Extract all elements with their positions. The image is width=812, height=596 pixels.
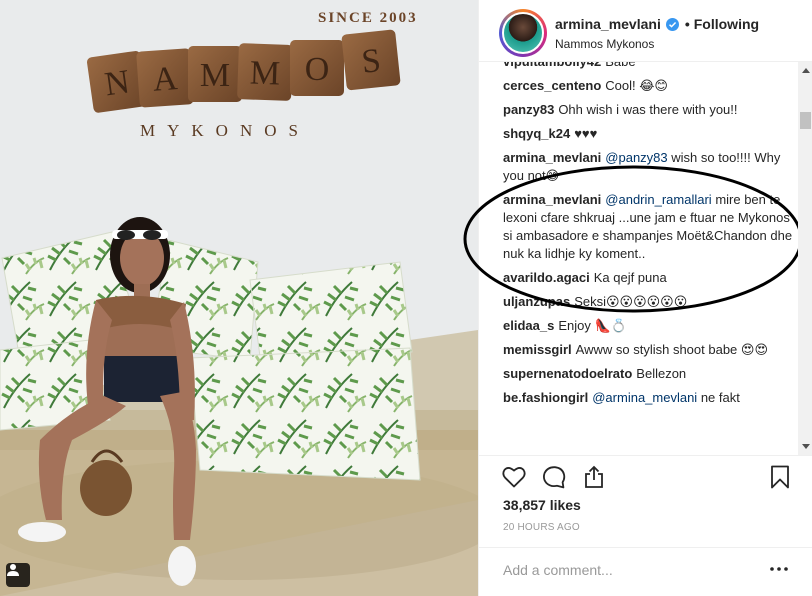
comment-item: be.fashiongirl @armina_mevlani ne fakt [503,389,795,407]
sign-block: M [188,46,242,102]
comment-item: uljanzupas Seksi😮😮😮😮😮😮 [503,293,795,311]
comment-username[interactable]: uljanzupas [503,294,570,309]
comment-text: Seksi😮😮😮😮😮😮 [574,294,688,309]
heart-outline-icon [502,467,526,488]
comment-username[interactable]: elidaa_s [503,318,554,333]
scroll-down-arrow-icon[interactable] [798,438,812,455]
comment-username[interactable]: armina_mevlani [503,150,601,165]
comment-bubble-icon [543,466,566,489]
comment-text: Awww so stylish shoot babe 😍😍 [575,342,768,357]
comment-username[interactable]: vipultambolly42 [503,62,601,69]
bookmark-icon [771,465,789,489]
avatar[interactable] [502,12,544,54]
add-comment-input[interactable] [503,561,753,579]
comment-mention[interactable]: @armina_mevlani [592,390,697,405]
comment-username[interactable]: avarildo.agaci [503,270,590,285]
person-icon [7,564,19,576]
following-button[interactable]: Following [694,16,759,32]
comment-text: ne fakt [700,390,740,405]
comment-text: Ohh wish i was there with you!! [558,102,738,117]
comment-item: elidaa_s Enjoy 👠💍 [503,317,795,335]
sign-letter: O [305,51,330,88]
like-button[interactable] [501,464,527,490]
comment-item: vipultambolly42 Babe [503,62,795,71]
sign-letter: M [200,57,230,94]
more-options-icon [770,567,788,571]
header-username[interactable]: armina_mevlani [555,16,661,32]
sign-block: S [341,29,401,91]
sign-letter: A [152,60,180,99]
sign-block: O [290,40,344,96]
header-user-row: armina_mevlani • Following [555,16,759,32]
comment-text: Ka qejf puna [593,270,667,285]
user-tag-button[interactable] [6,563,30,587]
post-actions: 38,857 likes 20 HOURS AGO [479,455,812,547]
comment-username[interactable]: shqyq_k24 [503,126,570,141]
comments-list[interactable]: vipultambolly42 Babe cerces_centeno Cool! 😂… [503,62,795,455]
comment-username[interactable]: memissgirl [503,342,572,357]
post-photo[interactable]: SINCE 2003 NAMMOS MYKONOS [0,0,478,596]
sign-block: M [237,43,293,101]
share-icon [585,465,603,488]
avatar-story-ring[interactable] [499,9,547,57]
comments-inner: vipultambolly42 Babe cerces_centeno Cool! 😂… [503,62,795,413]
comments-scrollbar[interactable] [798,62,812,455]
sign-letter: S [360,42,383,81]
sign-block: A [136,48,194,108]
save-button[interactable] [767,464,793,490]
post-header: armina_mevlani • Following Nammos Mykono… [479,0,812,62]
comment-button[interactable] [541,464,567,490]
comment-text: Enjoy 👠💍 [558,318,627,333]
add-comment-section [479,547,812,596]
photo-scene: SINCE 2003 NAMMOS MYKONOS [0,0,478,596]
sign-letter: M [249,55,281,93]
share-button[interactable] [581,464,607,490]
scrollbar-thumb[interactable] [800,112,811,129]
comment-item: shqyq_k24 ♥♥♥ [503,125,795,143]
comment-mention[interactable]: @andrin_ramallari [605,192,711,207]
comment-item: avarildo.agaci Ka qejf puna [503,269,795,287]
header-separator: • [684,16,690,32]
comment-item: armina_mevlani @andrin_ramallari mire ben… [503,191,795,263]
comment-text: Babe [605,62,635,69]
likes-count[interactable]: 38,857 likes [503,497,581,513]
post-sidebar: armina_mevlani • Following Nammos Mykono… [463,0,812,596]
comment-text: ♥♥♥ [574,126,598,141]
comment-username[interactable]: be.fashiongirl [503,390,588,405]
sign-since-text: SINCE 2003 [318,10,418,26]
comment-item: supernenatodoelrato Bellezon [503,365,795,383]
verified-badge-icon [665,17,679,31]
comment-item: cerces_centeno Cool! 😂😊 [503,77,795,95]
sign-letter: N [102,63,131,103]
location-link[interactable]: Nammos Mykonos [555,37,654,51]
comment-text: Bellezon [636,366,687,381]
more-options-button[interactable] [769,559,789,579]
scroll-up-arrow-icon[interactable] [798,62,812,79]
comment-item: armina_mevlani @panzy83 wish so too!!!! W… [503,149,795,185]
comment-username[interactable]: panzy83 [503,102,554,117]
post-timestamp[interactable]: 20 HOURS AGO [503,522,580,533]
comment-item: panzy83 Ohh wish i was there with you!! [503,101,795,119]
comment-item: memissgirl Awww so stylish shoot babe 😍😍 [503,341,795,359]
comment-username[interactable]: cerces_centeno [503,78,601,93]
comment-text: Cool! 😂😊 [605,78,668,93]
sign-mykonos-text: MYKONOS [140,121,310,140]
comment-username[interactable]: supernenatodoelrato [503,366,632,381]
comment-username[interactable]: armina_mevlani [503,192,601,207]
comment-mention[interactable]: @panzy83 [605,150,667,165]
